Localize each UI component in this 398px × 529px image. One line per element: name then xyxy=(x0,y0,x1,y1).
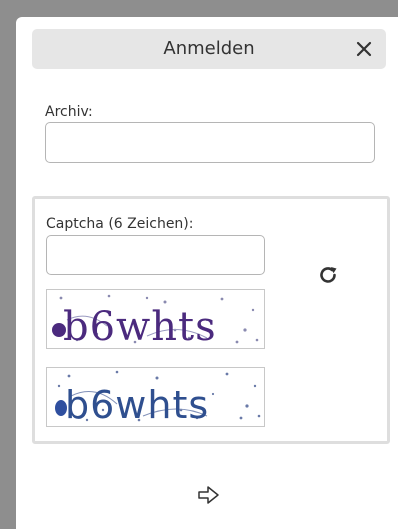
login-submit-button[interactable] xyxy=(196,482,222,508)
captcha-input[interactable] xyxy=(46,235,265,275)
login-dialog: Anmelden Archiv: Captcha (6 Zeichen): b6… xyxy=(16,17,398,529)
close-button[interactable] xyxy=(350,35,378,63)
dialog-titlebar: Anmelden xyxy=(32,29,386,69)
captcha-panel: Captcha (6 Zeichen): b6whts b6whts xyxy=(32,196,390,444)
captcha-image-primary: b6whts xyxy=(46,289,265,349)
captcha-refresh-button[interactable] xyxy=(314,261,342,289)
arrow-right-icon xyxy=(198,486,219,504)
archive-input[interactable] xyxy=(45,122,375,163)
close-icon xyxy=(356,41,372,57)
dialog-title: Anmelden xyxy=(163,38,255,59)
captcha-label: Captcha (6 Zeichen): xyxy=(46,216,194,232)
captcha-image-secondary: b6whts xyxy=(46,367,265,427)
captcha-text-primary: b6whts xyxy=(63,304,217,348)
archive-label: Archiv: xyxy=(45,104,93,120)
captcha-text-secondary: b6whts xyxy=(65,383,209,426)
refresh-icon xyxy=(320,267,337,283)
